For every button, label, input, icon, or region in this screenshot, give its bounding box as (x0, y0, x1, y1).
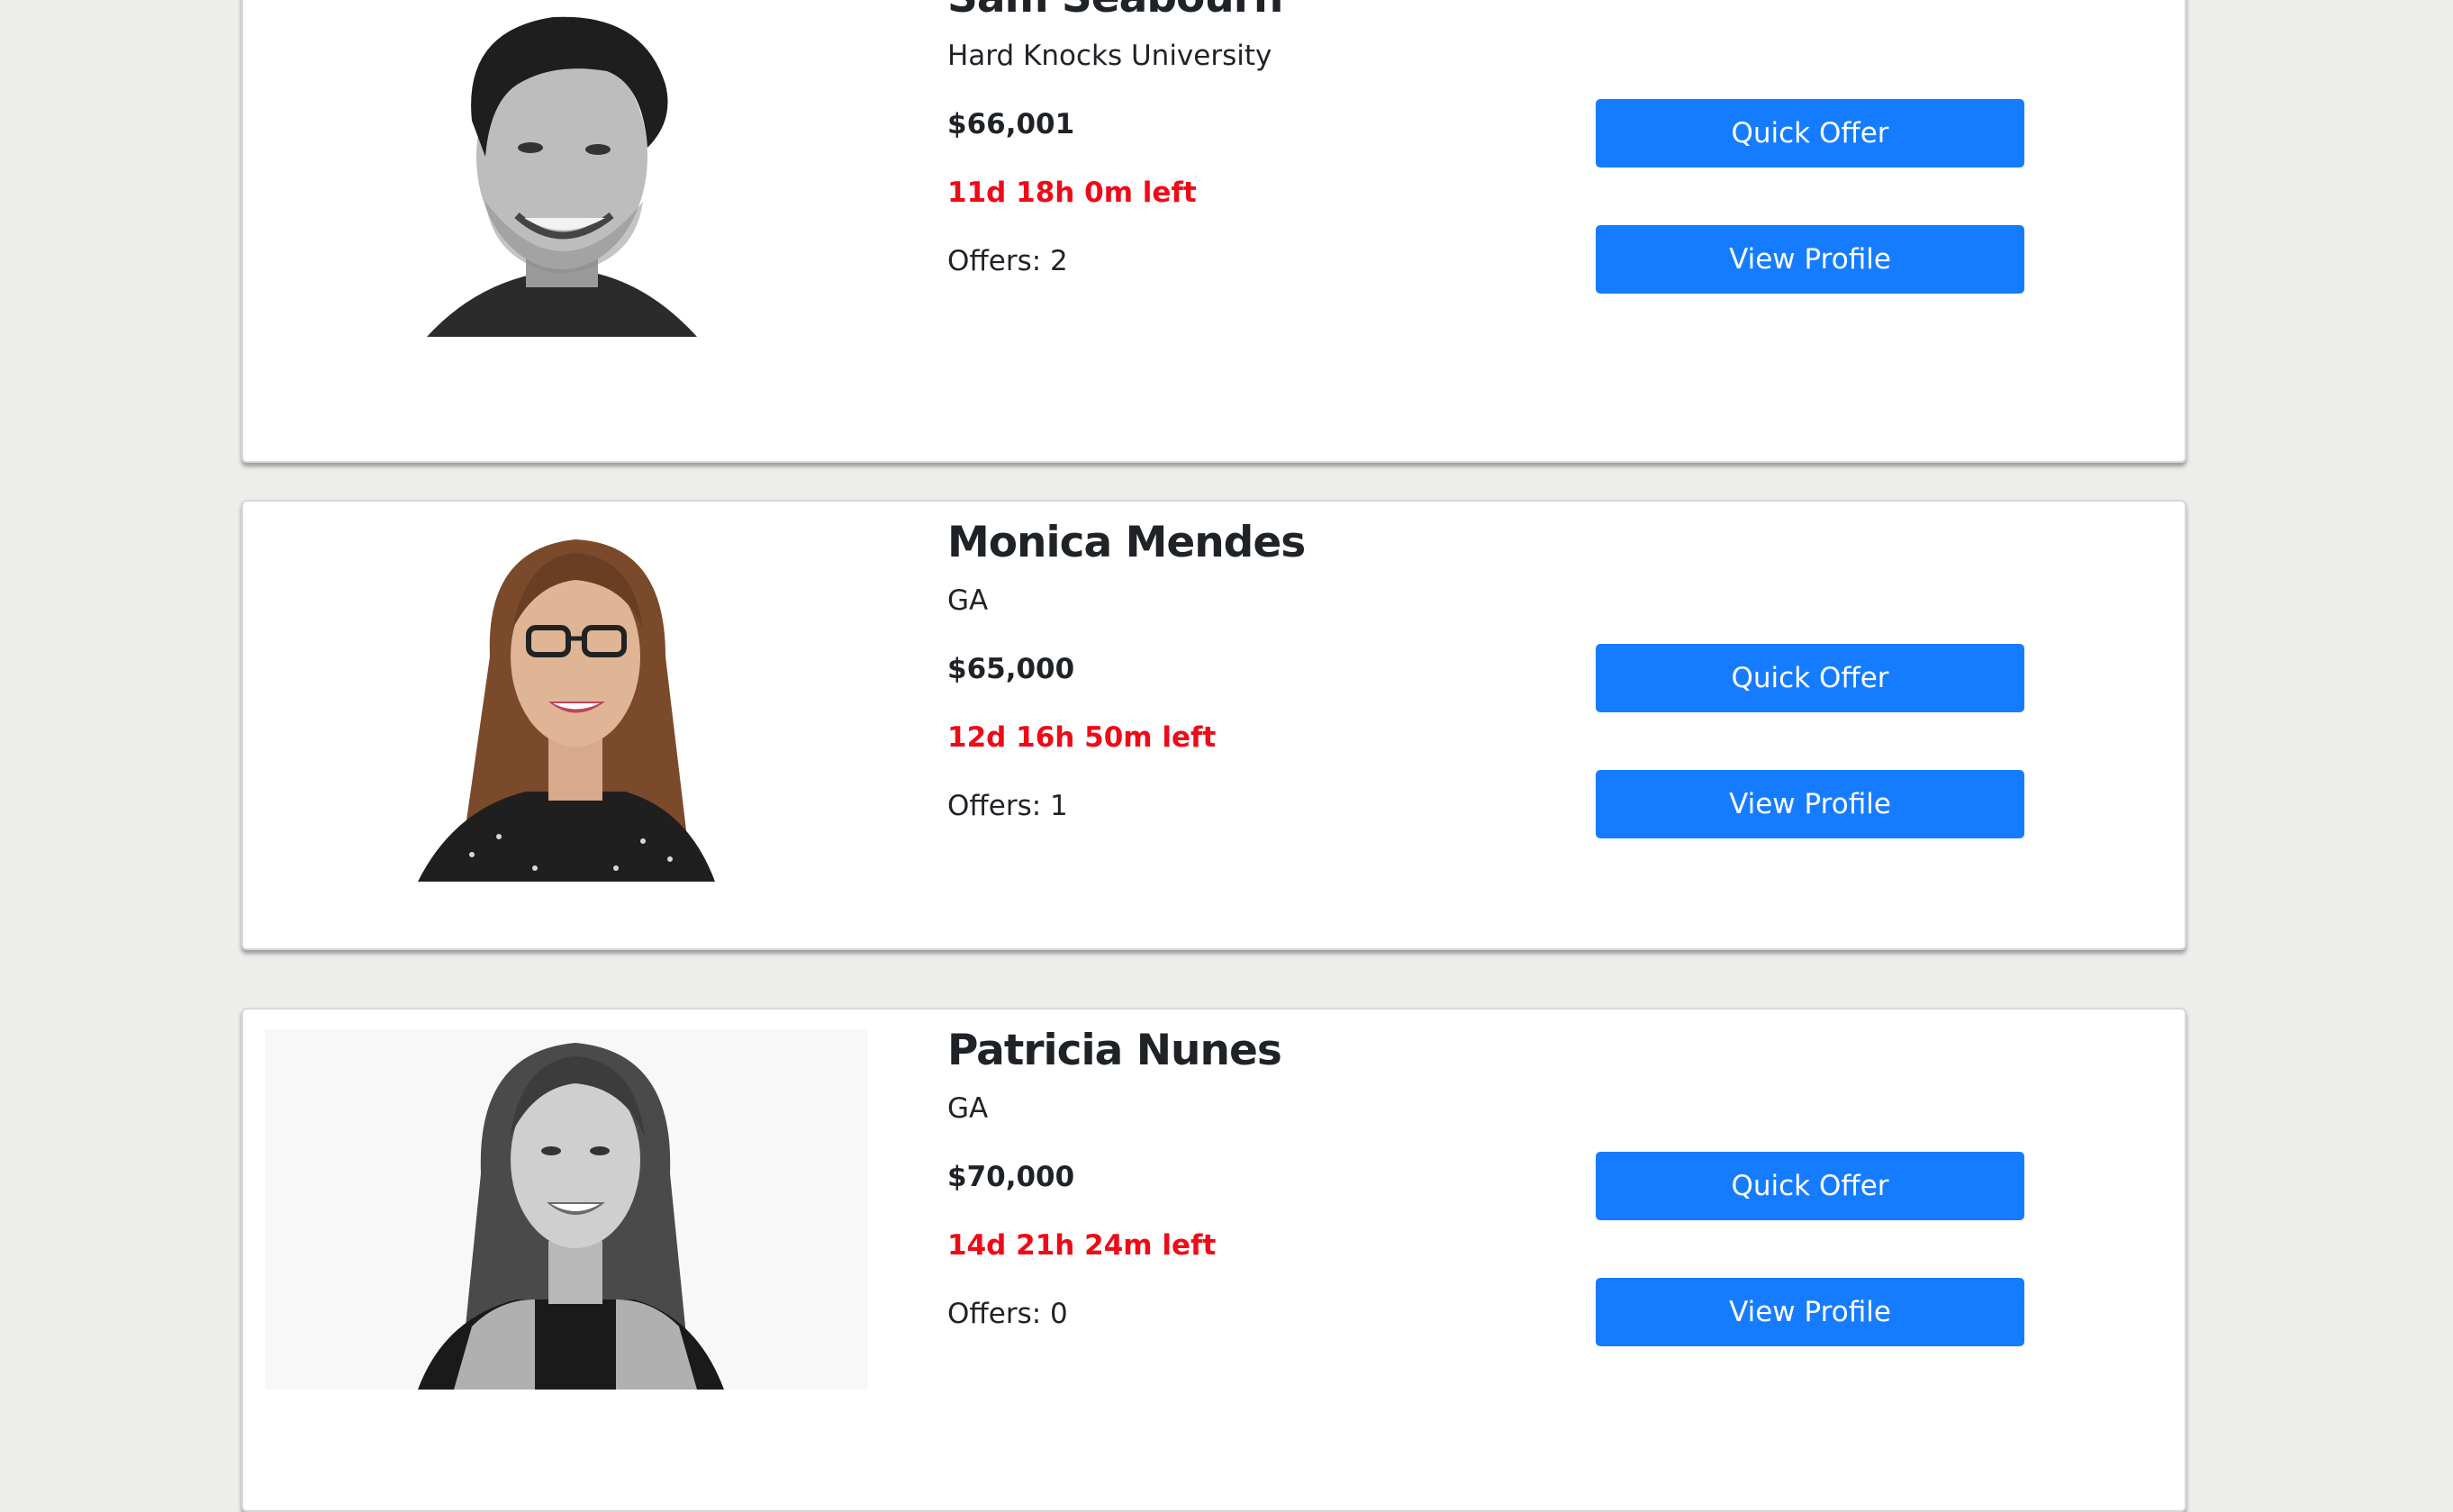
candidate-info: Patricia Nunes GA $70,000 14d 21h 24m le… (947, 1024, 1282, 1332)
offers-count: Offers: 2 (947, 245, 1068, 277)
quick-offer-button[interactable]: Quick Offer (1596, 1152, 2024, 1220)
time-left: 14d 21h 24m left (947, 1229, 1217, 1262)
time-left: 11d 18h 0m left (947, 177, 1197, 209)
candidate-card: Sam Seabourn Hard Knocks University $66,… (241, 0, 2186, 463)
candidate-salary: $65,000 (947, 653, 1075, 685)
candidate-name: Patricia Nunes (947, 1026, 1282, 1075)
candidate-name: Sam Seabourn (947, 0, 1283, 25)
quick-offer-button[interactable]: Quick Offer (1596, 644, 2024, 712)
candidate-name: Monica Mendes (947, 518, 1306, 567)
candidate-card: Monica Mendes GA $65,000 12d 16h 50m lef… (241, 500, 2186, 950)
candidate-info: Monica Mendes GA $65,000 12d 16h 50m lef… (947, 516, 1306, 824)
candidate-info: Sam Seabourn Hard Knocks University $66,… (947, 0, 1283, 279)
candidate-school: Hard Knocks University (947, 40, 1272, 72)
candidate-school: GA (947, 584, 989, 617)
candidate-salary: $70,000 (947, 1161, 1075, 1193)
offers-count: Offers: 0 (947, 1298, 1068, 1330)
offers-count: Offers: 1 (947, 790, 1068, 822)
view-profile-button[interactable]: View Profile (1596, 770, 2024, 838)
candidate-photo (265, 0, 868, 337)
candidate-photo (265, 521, 868, 882)
candidate-salary: $66,001 (947, 108, 1075, 140)
view-profile-button[interactable]: View Profile (1596, 225, 2024, 294)
candidate-school: GA (947, 1092, 989, 1125)
time-left: 12d 16h 50m left (947, 721, 1217, 754)
candidate-photo (265, 1029, 868, 1390)
quick-offer-button[interactable]: Quick Offer (1596, 99, 2024, 167)
candidate-card: Patricia Nunes GA $70,000 14d 21h 24m le… (241, 1008, 2186, 1512)
view-profile-button[interactable]: View Profile (1596, 1278, 2024, 1346)
